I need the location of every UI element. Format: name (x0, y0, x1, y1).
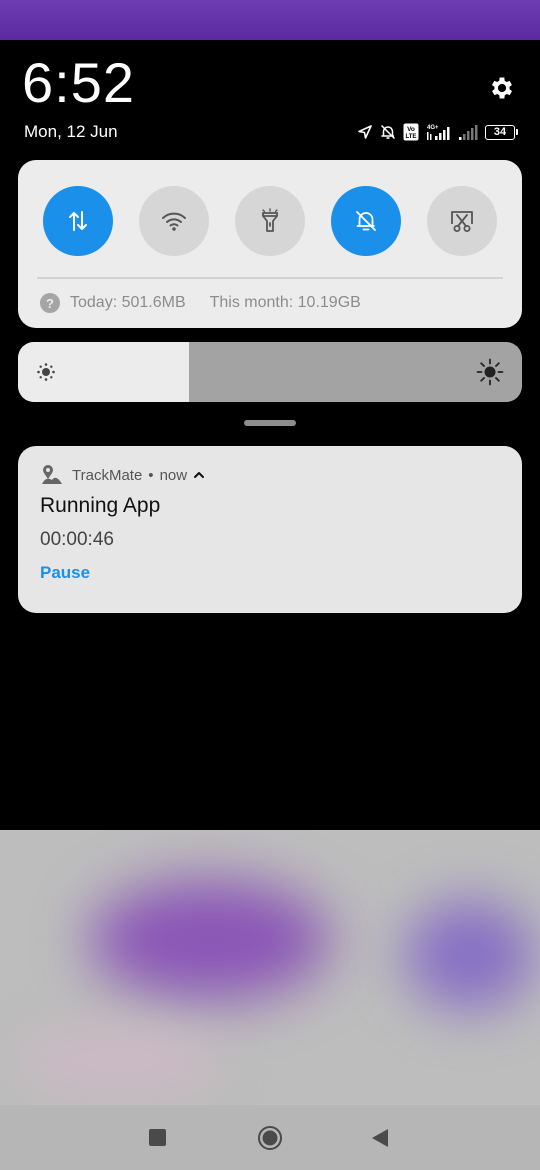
battery-icon: 34 (485, 124, 518, 140)
notification-card[interactable]: TrackMate • now Running App 00:00:46 Pau… (18, 446, 522, 613)
svg-text:LTE: LTE (406, 134, 417, 140)
wifi-toggle[interactable] (139, 186, 209, 256)
app-icon (42, 465, 62, 484)
svg-text:Vo: Vo (407, 126, 415, 133)
usage-month: This month: 10.19GB (209, 294, 361, 311)
notification-header: TrackMate • now (40, 464, 205, 486)
notification-time: now (159, 466, 188, 484)
flashlight-icon (262, 208, 278, 232)
brightness-high-icon (476, 358, 504, 386)
data-usage: ? Today: 501.6MB This month: 10.19GB (40, 292, 361, 314)
navigation-bar (0, 1105, 540, 1170)
pause-button[interactable]: Pause (40, 563, 90, 583)
signal-icon: 4G+ (427, 125, 450, 140)
volte-icon: Vo LTE (403, 123, 419, 141)
notification-title: Running App (40, 494, 161, 517)
bell-muted-icon (356, 211, 376, 231)
location-icon (358, 125, 372, 139)
bell-muted-icon (380, 124, 396, 140)
blurred-background (0, 830, 540, 1105)
usage-today: Today: 501.6MB (70, 294, 186, 311)
wallpaper-strip (0, 0, 540, 40)
brightness-slider[interactable] (18, 342, 522, 402)
data-arrows-icon (69, 211, 87, 231)
clock: 6:52 (22, 51, 135, 114)
recents-button[interactable] (149, 1129, 166, 1146)
notification-app-name: TrackMate (72, 466, 143, 484)
date: Mon, 12 Jun (24, 122, 118, 141)
battery-level: 34 (485, 124, 515, 140)
wifi-icon (162, 212, 186, 231)
gear-icon[interactable] (488, 74, 516, 102)
notification-separator: • (148, 466, 154, 484)
flashlight-toggle[interactable] (235, 186, 305, 256)
chevron-up-icon[interactable] (193, 469, 205, 481)
brightness-low-icon (37, 363, 55, 381)
help-icon[interactable]: ? (40, 293, 60, 313)
notification-shade (0, 40, 540, 830)
qs-divider (37, 277, 503, 279)
home-button[interactable] (257, 1125, 283, 1151)
signal-weak-icon (459, 125, 478, 140)
notification-text: 00:00:46 (40, 529, 114, 550)
status-icons: Vo LTE 4G+ 34 (357, 122, 518, 142)
silent-toggle[interactable] (331, 186, 401, 256)
drag-handle[interactable] (244, 420, 296, 426)
quick-settings-panel: ? Today: 501.6MB This month: 10.19GB (18, 160, 522, 328)
mobile-data-toggle[interactable] (43, 186, 113, 256)
back-button[interactable] (369, 1127, 391, 1149)
scissors-screenshot-icon (451, 211, 473, 232)
screenshot-toggle[interactable] (427, 186, 497, 256)
svg-text:4G+: 4G+ (427, 125, 439, 131)
